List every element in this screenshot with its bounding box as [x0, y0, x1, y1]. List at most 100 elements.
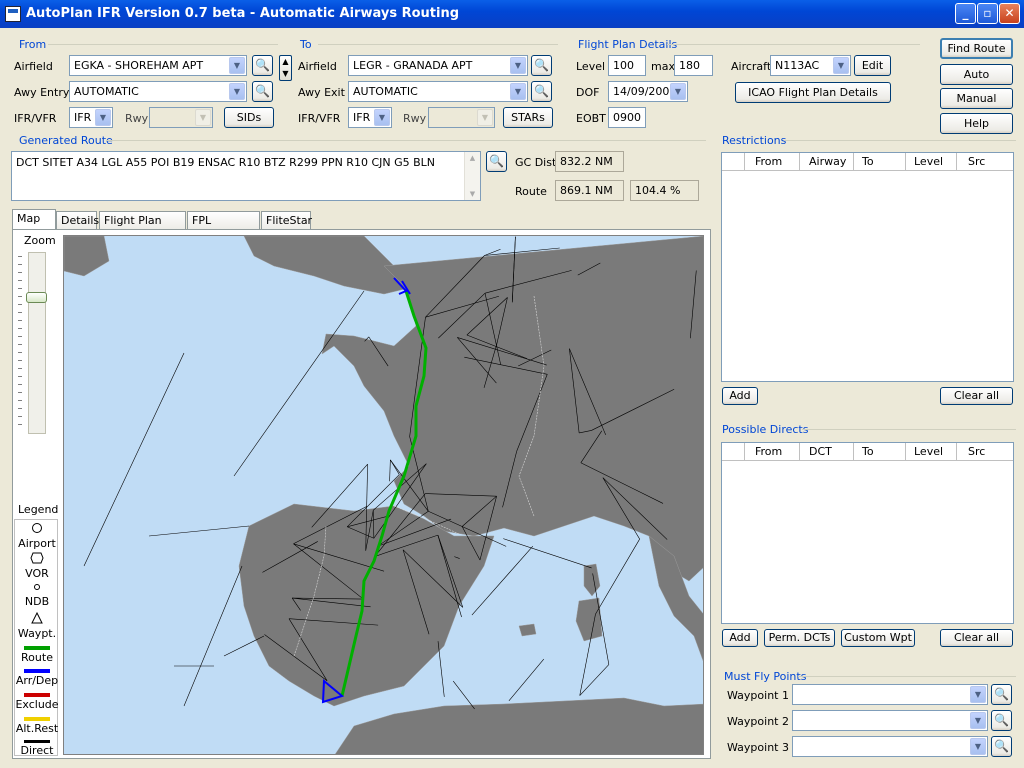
to-airfield-search-button[interactable]: 🔍	[531, 55, 552, 76]
directs-add-button[interactable]: Add	[722, 629, 758, 647]
window-title: AutoPlan IFR Version 0.7 beta - Automati…	[26, 6, 460, 21]
maximize-button[interactable]: ▫	[977, 3, 998, 24]
aircraft-select[interactable]: N113AC ▼	[770, 55, 851, 76]
possible-directs-table[interactable]: From DCT To Level Src	[721, 442, 1014, 624]
to-airfield-select[interactable]: LEGR - GRANADA APT ▼	[348, 55, 528, 76]
chevron-down-icon[interactable]: ▼	[510, 83, 526, 100]
column-header[interactable]: DCT	[809, 445, 832, 458]
column-header[interactable]: Airway	[809, 155, 846, 168]
waypoint-2-label: Waypoint 2	[727, 715, 789, 728]
awy-exit-select[interactable]: AUTOMATIC ▼	[348, 81, 528, 102]
zoom-label: Zoom	[24, 234, 56, 247]
column-header[interactable]: To	[862, 445, 874, 458]
waypoint-2-select[interactable]: ▼	[792, 710, 988, 731]
route-search-button[interactable]: 🔍	[486, 151, 507, 172]
to-rwy-select[interactable]: ▼	[428, 107, 495, 128]
awy-entry-select[interactable]: AUTOMATIC ▼	[69, 81, 247, 102]
column-header[interactable]: Src	[968, 155, 985, 168]
column-header[interactable]: Level	[914, 155, 943, 168]
chevron-down-icon[interactable]: ▼	[229, 57, 245, 74]
scroll-up-arrow-icon[interactable]: ▲	[465, 152, 480, 164]
airway-map[interactable]	[63, 235, 704, 755]
from-airfield-search-button[interactable]: 🔍	[252, 55, 273, 76]
level-input[interactable]: 100	[608, 55, 646, 76]
magnifier-icon: 🔍	[994, 687, 1009, 701]
chevron-down-icon[interactable]: ▼	[970, 686, 986, 703]
chevron-down-icon[interactable]: ▼	[374, 109, 390, 126]
column-divider	[905, 443, 906, 461]
waypoint-3-select[interactable]: ▼	[792, 736, 988, 757]
find-route-button[interactable]: Find Route	[940, 38, 1013, 59]
column-header[interactable]: Src	[968, 445, 985, 458]
manual-button[interactable]: Manual	[940, 88, 1013, 109]
tab-fpl-message[interactable]: FPL Message	[187, 211, 260, 240]
chevron-down-icon[interactable]: ▼	[477, 109, 493, 126]
chevron-down-icon[interactable]: ▼	[670, 83, 686, 100]
to-ifrvfr-select[interactable]: IFR ▼	[348, 107, 392, 128]
zoom-slider-thumb[interactable]	[26, 292, 47, 304]
column-header[interactable]: To	[862, 155, 874, 168]
column-divider	[853, 443, 854, 461]
restrictions-add-button[interactable]: Add	[722, 387, 758, 405]
zoom-tick	[18, 344, 22, 345]
stars-button[interactable]: STARs	[503, 107, 553, 128]
awy-exit-search-button[interactable]: 🔍	[531, 81, 552, 102]
close-button[interactable]: ✕	[999, 3, 1020, 24]
chevron-down-icon[interactable]: ▼	[970, 738, 986, 755]
tab-flight-plan-form[interactable]: Flight Plan Form	[99, 211, 186, 240]
scroll-down-arrow-icon[interactable]: ▼	[465, 188, 480, 200]
map-canvas[interactable]	[64, 236, 704, 755]
chevron-down-icon[interactable]: ▼	[229, 83, 245, 100]
from-airfield-label: Airfield	[14, 60, 53, 73]
icao-flight-plan-button[interactable]: ICAO Flight Plan Details	[735, 82, 891, 103]
waypoint-1-select[interactable]: ▼	[792, 684, 988, 705]
route-scrollbar[interactable]: ▲ ▼	[464, 152, 480, 200]
gc-dist-label: GC Dist.	[515, 156, 560, 169]
from-rwy-select[interactable]: ▼	[149, 107, 213, 128]
swap-airfields-button[interactable]: ▲ ▼	[279, 55, 292, 81]
minimize-button[interactable]: _	[955, 3, 976, 24]
chevron-down-icon[interactable]: ▼	[833, 57, 849, 74]
column-header[interactable]: From	[755, 445, 782, 458]
waypoint-2-search-button[interactable]: 🔍	[991, 710, 1012, 731]
perm-dcts-button[interactable]: Perm. DCTs	[764, 629, 835, 647]
zoom-tick	[18, 256, 22, 257]
from-ifrvfr-select[interactable]: IFR ▼	[69, 107, 113, 128]
aircraft-edit-button[interactable]: Edit	[854, 55, 891, 76]
route-text-area[interactable]: DCT SITET A34 LGL A55 POI B19 ENSAC R10 …	[11, 151, 481, 201]
max-level-input[interactable]: 180	[674, 55, 713, 76]
chevron-down-icon[interactable]: ▼	[970, 712, 986, 729]
waypoint-3-search-button[interactable]: 🔍	[991, 736, 1012, 757]
app-icon[interactable]	[5, 6, 21, 22]
directs-clear-all-button[interactable]: Clear all	[940, 629, 1013, 647]
airport-icon	[32, 523, 42, 533]
restrictions-clear-all-button[interactable]: Clear all	[940, 387, 1013, 405]
zoom-slider-track[interactable]	[28, 252, 46, 434]
column-header[interactable]: Level	[914, 445, 943, 458]
chevron-down-icon[interactable]: ▼	[95, 109, 111, 126]
column-header[interactable]: From	[755, 155, 782, 168]
from-airfield-select[interactable]: EGKA - SHOREHAM APT ▼	[69, 55, 247, 76]
sids-button[interactable]: SIDs	[224, 107, 274, 128]
auto-button[interactable]: Auto	[940, 64, 1013, 85]
column-divider	[905, 153, 906, 171]
legend-altrest: Alt.Rest	[15, 715, 59, 735]
legend-vor: VOR	[15, 552, 59, 580]
tab-details[interactable]: Details	[56, 211, 99, 230]
waypoint-1-search-button[interactable]: 🔍	[991, 684, 1012, 705]
title-bar[interactable]: AutoPlan IFR Version 0.7 beta - Automati…	[0, 0, 1024, 28]
waypoint-1-label: Waypoint 1	[727, 689, 789, 702]
chevron-down-icon[interactable]: ▼	[510, 57, 526, 74]
restrictions-table[interactable]: From Airway To Level Src	[721, 152, 1014, 382]
dof-date-picker[interactable]: 14/09/2008 ▼	[608, 81, 688, 102]
eobt-input[interactable]: 0900	[608, 107, 646, 128]
route-text: DCT SITET A34 LGL A55 POI B19 ENSAC R10 …	[16, 156, 436, 169]
tab-flitestar[interactable]: FliteStar	[261, 211, 312, 230]
custom-waypoint-button[interactable]: Custom Wpt	[841, 629, 915, 647]
iberia-landmass	[238, 503, 495, 707]
awy-entry-search-button[interactable]: 🔍	[252, 81, 273, 102]
tab-map[interactable]: Map	[12, 209, 56, 230]
chevron-down-icon[interactable]: ▼	[195, 109, 211, 126]
zoom-tick	[18, 376, 22, 377]
help-button[interactable]: Help	[940, 113, 1013, 134]
